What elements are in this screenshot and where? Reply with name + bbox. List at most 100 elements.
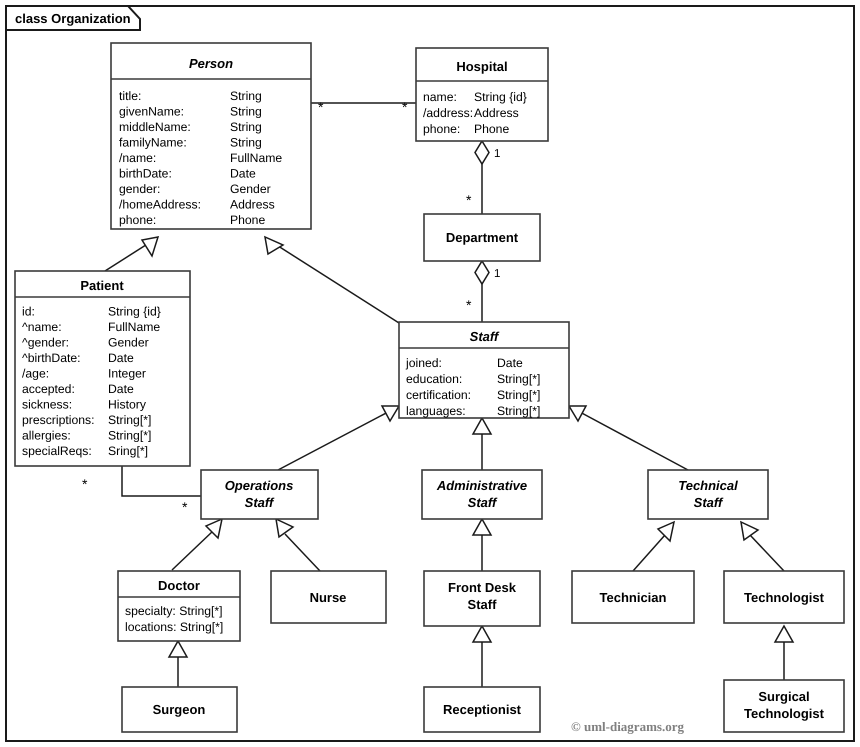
attribute-row: specialty: String[*] — [125, 604, 223, 618]
attribute-name: allergies: — [22, 429, 71, 443]
class-name-line2: Staff — [468, 495, 498, 510]
class-name: Technician — [600, 590, 667, 605]
attribute-type: History — [108, 398, 147, 412]
generalization-arrow — [740, 520, 760, 542]
edge-line — [749, 534, 785, 572]
class-name: Doctor — [158, 578, 200, 593]
class-nurse[interactable]: Nurse — [270, 570, 387, 624]
edge-patient-operations[interactable]: * * — [82, 466, 201, 515]
edge-line — [277, 410, 391, 471]
attribute-type: String {id} — [108, 305, 161, 319]
attribute-name: middleName: — [119, 120, 191, 134]
class-surgical-technologist[interactable]: Surgical Technologist — [723, 679, 845, 733]
class-administrative-staff[interactable]: Administrative Staff — [421, 469, 543, 520]
attribute-name: /age: — [22, 367, 49, 381]
attribute-type: FullName — [108, 320, 160, 334]
attribute-name: title: — [119, 89, 141, 103]
class-department[interactable]: Department — [423, 213, 541, 262]
attribute-name: joined: — [405, 356, 442, 370]
attribute-type: Integer — [108, 367, 146, 381]
attribute-type: String — [230, 89, 262, 103]
attribute-type: Date — [108, 382, 134, 396]
edge-surgeon-doctor[interactable] — [167, 639, 189, 687]
class-patient[interactable]: Patient id: String {id} ^name: FullName … — [14, 270, 191, 467]
edge-line — [274, 243, 400, 324]
edge-surgical-technologist[interactable] — [773, 624, 795, 680]
edge-administrative-staff[interactable] — [471, 416, 493, 470]
edge-operations-staff[interactable] — [277, 405, 401, 471]
class-name-line2: Technologist — [744, 706, 825, 721]
edge-nurse-operations[interactable] — [275, 517, 321, 572]
class-technical-staff[interactable]: Technical Staff — [647, 469, 769, 520]
class-surgeon[interactable]: Surgeon — [121, 686, 238, 733]
generalization-arrow — [264, 235, 285, 256]
class-technician[interactable]: Technician — [571, 570, 695, 624]
attribute-name: accepted: — [22, 382, 75, 396]
class-name-line2: Staff — [468, 597, 498, 612]
edge-doctor-operations[interactable] — [171, 517, 224, 571]
attribute-name: /name: — [119, 151, 156, 165]
multiplicity-source: * — [82, 476, 88, 492]
class-name: Staff — [470, 329, 500, 344]
generalization-arrow — [275, 517, 295, 539]
class-front-desk-staff[interactable]: Front Desk Staff — [423, 570, 541, 627]
generalization-arrow — [656, 520, 676, 543]
edge-patient-person[interactable] — [104, 236, 160, 272]
generalization-arrow — [471, 416, 493, 435]
multiplicity-source: 1 — [494, 148, 500, 160]
edge-receptionist-frontdesk[interactable] — [471, 624, 493, 687]
aggregation-diamond — [474, 259, 490, 286]
edge-staff-person[interactable] — [264, 235, 400, 324]
class-name: Hospital — [456, 59, 507, 74]
class-hospital[interactable]: Hospital name: String {id} /address: Add… — [415, 47, 549, 142]
attribute-name: id: — [22, 305, 35, 319]
class-name-line1: Technical — [678, 478, 738, 493]
edge-line — [284, 533, 321, 572]
frame-tab-label: class Organization — [15, 11, 131, 26]
multiplicity-target: * — [402, 99, 408, 115]
class-technologist[interactable]: Technologist — [723, 570, 845, 624]
attribute-type: String {id} — [474, 90, 527, 104]
class-person[interactable]: Person title: String givenName: String m… — [110, 42, 312, 230]
attribute-name: sickness: — [22, 398, 72, 412]
attribute-name: birthDate: — [119, 167, 172, 181]
class-name: Patient — [80, 278, 124, 293]
multiplicity-source: 1 — [494, 268, 500, 280]
class-name: Surgeon — [153, 702, 206, 717]
edge-hospital-department[interactable]: 1 * — [466, 139, 500, 214]
class-name-line1: Operations — [225, 478, 294, 493]
edge-technical-staff[interactable] — [567, 405, 689, 471]
class-operations-staff[interactable]: Operations Staff — [200, 469, 319, 520]
attribute-type: Date — [230, 167, 256, 181]
class-name-line1: Front Desk — [448, 580, 517, 595]
class-name: Receptionist — [443, 702, 522, 717]
attribute-name: specialReqs: — [22, 444, 92, 458]
class-receptionist[interactable]: Receptionist — [423, 686, 541, 733]
edge-frontdesk-administrative[interactable] — [471, 517, 493, 571]
attribute-type: String — [230, 136, 262, 150]
generalization-arrow — [471, 517, 493, 536]
class-staff[interactable]: Staff joined: Date education: String[*] … — [398, 321, 570, 419]
attribute-name: specialty: — [125, 604, 176, 618]
attribute-name: gender: — [119, 182, 160, 196]
uml-class-diagram: class Organization * * 1 * 1 * * * Perso… — [0, 0, 860, 747]
edge-technologist-technical[interactable] — [740, 520, 785, 572]
attribute-type: String — [230, 120, 262, 134]
attribute-name: phone: — [423, 122, 460, 136]
attribute-name: givenName: — [119, 105, 184, 119]
multiplicity-target: * — [466, 297, 472, 313]
attribute-name: locations: — [125, 620, 177, 634]
class-doctor[interactable]: Doctor specialty: String[*] locations: S… — [117, 570, 241, 642]
attribute-name: ^name: — [22, 320, 62, 334]
generalization-arrow — [167, 639, 189, 658]
class-name-line1: Administrative — [436, 478, 527, 493]
attribute-name: languages: — [406, 404, 466, 418]
attribute-type: Gender — [108, 336, 149, 350]
edge-technician-technical[interactable] — [632, 520, 676, 572]
class-name: Nurse — [310, 590, 347, 605]
multiplicity-target: * — [466, 192, 472, 208]
edge-person-hospital[interactable]: * * — [311, 99, 416, 115]
edge-department-staff[interactable]: 1 * — [466, 259, 500, 322]
attribute-type: Address — [230, 198, 275, 212]
attribute-name: name: — [423, 90, 457, 104]
